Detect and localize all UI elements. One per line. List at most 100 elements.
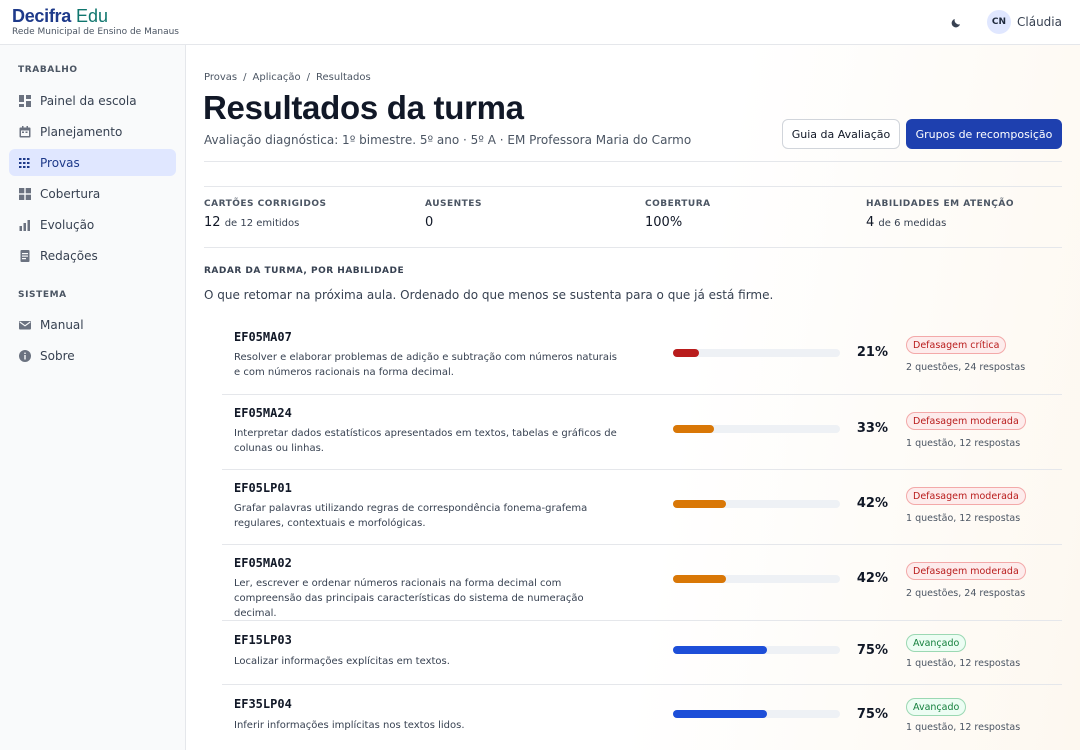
radar-section-description: O que retomar na próxima aula. Ordenado … bbox=[204, 288, 774, 302]
skill-description: Interpretar dados estatísticos apresenta… bbox=[234, 428, 617, 454]
stat-value-row: 100% bbox=[645, 215, 711, 230]
sidebar: TRABALHO Painel da escola Planejamento P… bbox=[0, 45, 186, 750]
sidebar-item-cobertura[interactable]: Cobertura bbox=[9, 180, 176, 207]
status-badge: Defasagem moderada bbox=[906, 562, 1026, 580]
sidebar-item-redacoes[interactable]: Redações bbox=[9, 242, 176, 269]
score-bar bbox=[673, 575, 840, 583]
skill-row[interactable]: EF05MA07 Resolver e elaborar problemas de… bbox=[222, 319, 1062, 395]
stat-value: 12 bbox=[204, 215, 221, 230]
skill-meta: 1 questão, 12 respostas bbox=[906, 513, 1021, 524]
sidebar-item-label: Redações bbox=[40, 248, 98, 263]
status-badge: Defasagem moderada bbox=[906, 487, 1026, 505]
sidebar-item-sobre[interactable]: Sobre bbox=[9, 342, 176, 369]
skill-description: Localizar informações explícitas em text… bbox=[234, 656, 450, 667]
sidebar-item-evolucao[interactable]: Evolução bbox=[9, 211, 176, 238]
stat-cartoes-corrigidos: CARTÕES CORRIGIDOS 12 de 12 emitidos bbox=[204, 199, 326, 230]
skill-meta: 1 questão, 12 respostas bbox=[906, 658, 1021, 669]
breadcrumb-aplicacao[interactable]: Aplicação bbox=[253, 72, 301, 83]
divider bbox=[204, 161, 1062, 162]
status-badge: Defasagem crítica bbox=[906, 336, 1007, 354]
skill-code: EF15LP03 bbox=[234, 633, 292, 647]
skill-code: EF05MA02 bbox=[234, 556, 292, 570]
score-bar bbox=[673, 349, 840, 357]
skill-row[interactable]: EF35LP04 Inferir informações implícitas n… bbox=[222, 685, 1062, 749]
grid-icon bbox=[19, 187, 31, 200]
brand[interactable]: Decifra Edu Rede Municipal de Ensino de … bbox=[12, 6, 179, 37]
skill-code: EF05MA24 bbox=[234, 406, 292, 420]
sidebar-item-planejamento[interactable]: Planejamento bbox=[9, 118, 176, 145]
main-content: Provas / Aplicação / Resultados Resultad… bbox=[186, 45, 1080, 750]
score-percent: 21% bbox=[856, 345, 888, 360]
skill-description: Resolver e elaborar problemas de adição … bbox=[234, 352, 618, 378]
stat-value: 100% bbox=[645, 215, 683, 230]
brand-suffix: Edu bbox=[75, 6, 108, 26]
brand-name: Decifra bbox=[12, 6, 71, 26]
skill-row[interactable]: EF15LP03 Localizar informações explícitas… bbox=[222, 621, 1062, 685]
stat-value-row: 0 bbox=[425, 215, 482, 230]
score-bar bbox=[673, 425, 840, 433]
stat-label: HABILIDADES EM ATENÇÃO bbox=[866, 199, 1015, 209]
stat-suffix: de 12 emitidos bbox=[224, 218, 300, 229]
skill-code: EF35LP04 bbox=[234, 697, 292, 711]
user-name: Cláudia bbox=[1017, 15, 1062, 29]
score-bar bbox=[673, 500, 840, 508]
sidebar-section-sistema: SISTEMA bbox=[18, 290, 67, 300]
divider bbox=[204, 186, 1062, 187]
radar-section-label: RADAR DA TURMA, POR HABILIDADE bbox=[204, 266, 405, 276]
avatar: CN bbox=[987, 10, 1011, 34]
theme-toggle-button[interactable] bbox=[945, 12, 967, 34]
skill-list: EF05MA07 Resolver e elaborar problemas de… bbox=[222, 319, 1062, 749]
skill-meta: 2 questões, 24 respostas bbox=[906, 362, 1026, 373]
stat-label: AUSENTES bbox=[425, 199, 482, 209]
info-icon bbox=[19, 349, 31, 362]
guide-button[interactable]: Guia da Avaliação bbox=[782, 119, 900, 149]
sidebar-item-manual[interactable]: Manual bbox=[9, 311, 176, 338]
brand-tagline: Rede Municipal de Ensino de Manaus bbox=[12, 27, 179, 37]
stat-label: CARTÕES CORRIGIDOS bbox=[204, 199, 327, 209]
score-percent: 42% bbox=[856, 571, 888, 586]
status-badge: Defasagem moderada bbox=[906, 412, 1026, 430]
score-percent: 75% bbox=[856, 707, 888, 722]
score-percent: 42% bbox=[856, 496, 888, 511]
list-icon bbox=[19, 157, 30, 168]
sidebar-item-label: Manual bbox=[40, 317, 84, 332]
recomposition-groups-button[interactable]: Grupos de recomposição bbox=[906, 119, 1062, 149]
stat-habilidades-em-atencao: HABILIDADES EM ATENÇÃO 4 de 6 medidas bbox=[866, 199, 1014, 230]
stat-label: COBERTURA bbox=[645, 199, 711, 209]
calendar-icon bbox=[19, 125, 31, 137]
sidebar-item-label: Provas bbox=[40, 155, 80, 170]
score-bar-fill bbox=[673, 710, 767, 718]
stat-suffix: de 6 medidas bbox=[878, 218, 947, 229]
divider bbox=[204, 247, 1062, 248]
sidebar-item-painel-da-escola[interactable]: Painel da escola bbox=[9, 87, 176, 114]
skill-row[interactable]: EF05MA02 Ler, escrever e ordenar números … bbox=[222, 545, 1062, 621]
breadcrumb-provas[interactable]: Provas bbox=[204, 72, 237, 83]
sidebar-item-label: Painel da escola bbox=[40, 93, 137, 108]
page-title: Resultados da turma bbox=[203, 89, 524, 126]
skill-code: EF05LP01 bbox=[234, 481, 292, 495]
skill-description: Ler, escrever e ordenar números racionai… bbox=[234, 578, 584, 619]
score-bar-fill bbox=[673, 500, 726, 508]
sidebar-item-label: Sobre bbox=[40, 348, 75, 363]
score-bar bbox=[673, 646, 840, 654]
breadcrumb-resultados: Resultados bbox=[316, 72, 371, 83]
sidebar-item-label: Cobertura bbox=[40, 186, 101, 201]
skill-row[interactable]: EF05MA24 Interpretar dados estatísticos a… bbox=[222, 395, 1062, 470]
breadcrumb-separator: / bbox=[306, 72, 310, 83]
skill-meta: 1 questão, 12 respostas bbox=[906, 722, 1021, 733]
status-badge: Avançado bbox=[906, 698, 967, 716]
user-menu[interactable]: CN Cláudia bbox=[987, 10, 1062, 34]
document-icon bbox=[20, 249, 30, 262]
moon-icon bbox=[951, 19, 960, 28]
score-percent: 75% bbox=[856, 643, 888, 658]
skill-meta: 1 questão, 12 respostas bbox=[906, 438, 1021, 449]
sidebar-item-label: Planejamento bbox=[40, 124, 123, 139]
sidebar-item-label: Evolução bbox=[40, 217, 95, 232]
sidebar-item-provas[interactable]: Provas bbox=[9, 149, 176, 176]
dashboard-icon bbox=[19, 94, 31, 107]
score-bar-fill bbox=[673, 575, 726, 583]
status-badge: Avançado bbox=[906, 634, 967, 652]
breadcrumb: Provas / Aplicação / Resultados bbox=[204, 72, 371, 83]
skill-row[interactable]: EF05LP01 Grafar palavras utilizando regra… bbox=[222, 470, 1062, 545]
skill-meta: 2 questões, 24 respostas bbox=[906, 588, 1026, 599]
